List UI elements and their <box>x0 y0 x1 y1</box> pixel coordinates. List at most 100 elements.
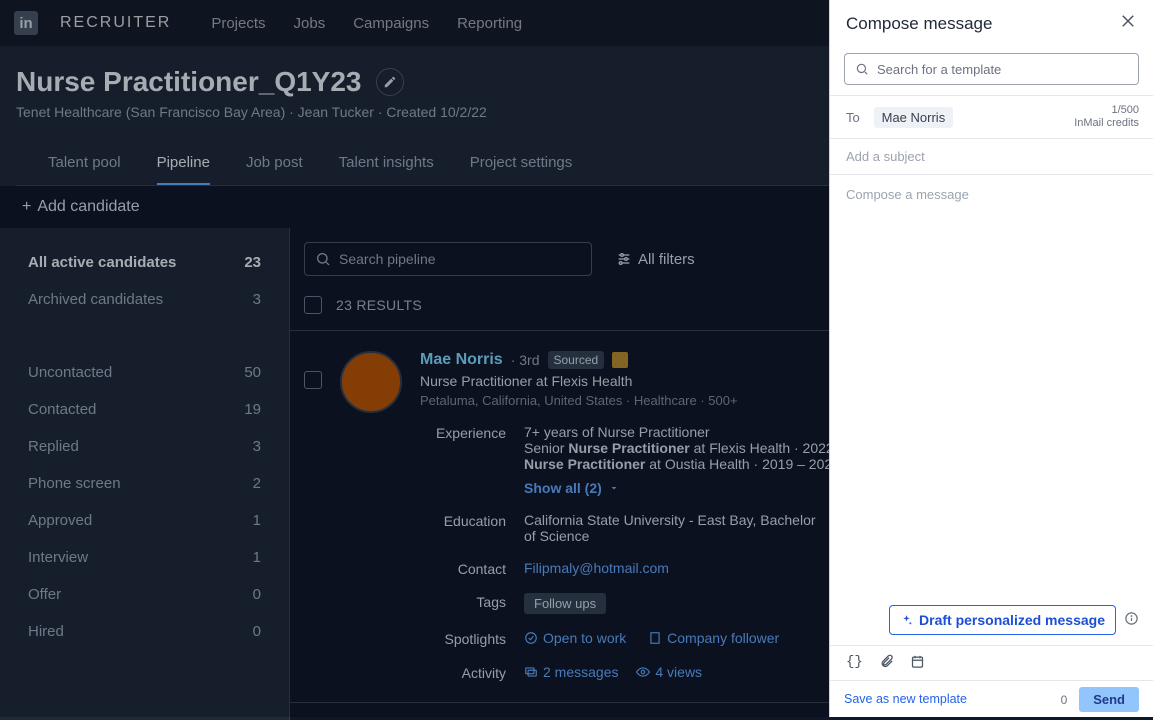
pipeline-search[interactable]: Search pipeline <box>304 242 592 276</box>
sidebar-active-label: All active candidates <box>28 254 176 271</box>
sidebar-archived-count: 3 <box>253 291 261 308</box>
candidate-name[interactable]: Mae Norris <box>420 351 503 369</box>
experience-label: Experience <box>420 424 506 496</box>
subject-input[interactable]: Add a subject <box>830 138 1153 175</box>
sidebar-active-count: 23 <box>244 254 261 271</box>
candidate-avatar[interactable] <box>340 351 402 413</box>
building-icon <box>648 631 662 645</box>
nav-campaigns[interactable]: Campaigns <box>353 15 429 32</box>
compose-panel: Compose message Search for a template To… <box>829 0 1153 717</box>
template-search-placeholder: Search for a template <box>877 62 1001 77</box>
tab-job-post[interactable]: Job post <box>246 142 303 185</box>
activity-views[interactable]: 4 views <box>636 664 702 680</box>
sidebar-contacted[interactable]: Contacted19 <box>0 391 289 428</box>
linkedin-logo: in <box>14 11 38 35</box>
recipient-chip[interactable]: Mae Norris <box>874 107 954 128</box>
stage-label: Approved <box>28 512 92 529</box>
stage-count: 1 <box>253 549 261 566</box>
tab-pipeline[interactable]: Pipeline <box>157 142 210 185</box>
education-value: California State University - East Bay, … <box>524 512 824 544</box>
spotlight-label: Company follower <box>667 630 779 646</box>
sidebar-phone-screen[interactable]: Phone screen 2 <box>0 465 289 502</box>
sidebar-active-candidates[interactable]: All active candidates 23 <box>0 244 289 281</box>
exp-bold: Nurse Practitioner <box>568 440 689 456</box>
messages-icon <box>524 665 538 679</box>
connection-degree: · 3rd <box>511 352 540 368</box>
nav-reporting[interactable]: Reporting <box>457 15 522 32</box>
select-all-checkbox[interactable] <box>304 296 322 314</box>
contact-label: Contact <box>420 560 506 577</box>
stage-count: 19 <box>244 401 261 418</box>
tab-talent-pool[interactable]: Talent pool <box>48 142 121 185</box>
template-search[interactable]: Search for a template <box>844 53 1139 85</box>
close-button[interactable] <box>1119 12 1137 35</box>
all-filters-button[interactable]: All filters <box>616 251 695 268</box>
credits-count: 1/500 <box>1074 104 1139 117</box>
pencil-icon <box>383 75 397 89</box>
activity-label: Activity <box>420 664 506 682</box>
stage-count: 0 <box>253 586 261 603</box>
spotlights-label: Spotlights <box>420 630 506 648</box>
sidebar-approved[interactable]: Approved 1 <box>0 502 289 539</box>
send-count: 0 <box>1061 693 1068 707</box>
stage-count: 2 <box>253 475 261 492</box>
nav-projects[interactable]: Projects <box>211 15 265 32</box>
show-all-label: Show all (2) <box>524 480 602 496</box>
sidebar-offer[interactable]: Offer 0 <box>0 576 289 613</box>
brand-label: RECRUITER <box>60 14 171 32</box>
compose-toolbar: {} <box>830 645 1153 680</box>
tag-chip[interactable]: Follow ups <box>524 593 606 614</box>
stage-label: Phone screen <box>28 475 121 492</box>
stage-count: 3 <box>253 438 261 455</box>
stage-label: Offer <box>28 586 61 603</box>
insert-variable-button[interactable]: {} <box>846 654 863 672</box>
to-label: To <box>846 110 860 125</box>
send-button[interactable]: Send <box>1079 687 1139 712</box>
exp-text: Senior <box>524 440 568 456</box>
subject-placeholder: Add a subject <box>846 149 925 164</box>
stage-count: 1 <box>253 512 261 529</box>
stage-count: 50 <box>244 364 261 381</box>
sidebar-archived-candidates[interactable]: Archived candidates 3 <box>0 281 289 318</box>
sidebar-replied[interactable]: Replied 3 <box>0 428 289 465</box>
save-as-template[interactable]: Save as new template <box>844 692 967 706</box>
project-title: Nurse Practitioner_Q1Y23 <box>16 66 362 98</box>
sidebar-interview[interactable]: Interview1 <box>0 539 289 576</box>
stage-label: Uncontacted <box>28 364 112 381</box>
compose-title: Compose message <box>846 14 992 34</box>
info-button[interactable] <box>1124 611 1139 629</box>
spotlight-open-to-work[interactable]: Open to work <box>524 630 626 646</box>
calendar-button[interactable] <box>910 654 925 672</box>
plus-icon: + <box>22 198 31 216</box>
stage-count: 0 <box>253 623 261 640</box>
draft-label: Draft personalized message <box>919 612 1105 628</box>
edit-title-button[interactable] <box>376 68 404 96</box>
pipeline-search-placeholder: Search pipeline <box>339 251 436 267</box>
activity-label: 4 views <box>655 664 702 680</box>
attachment-icon <box>879 654 894 669</box>
open-to-work-icon <box>524 631 538 645</box>
candidate-headline: Nurse Practitioner at Flexis Health <box>420 373 898 389</box>
draft-personalized-button[interactable]: Draft personalized message <box>889 605 1116 635</box>
stage-label: Replied <box>28 438 79 455</box>
sourced-badge: Sourced <box>548 351 605 369</box>
attach-button[interactable] <box>879 654 894 672</box>
candidate-checkbox[interactable] <box>304 371 322 389</box>
sidebar-uncontacted[interactable]: Uncontacted 50 <box>0 354 289 391</box>
pipeline-sidebar: All active candidates 23 Archived candid… <box>0 228 290 720</box>
spotlight-company-follower[interactable]: Company follower <box>648 630 779 646</box>
tags-label: Tags <box>420 593 506 614</box>
contact-email[interactable]: Filipmaly@hotmail.com <box>524 560 669 576</box>
calendar-icon <box>910 654 925 669</box>
all-filters-label: All filters <box>638 251 695 268</box>
tab-talent-insights[interactable]: Talent insights <box>339 142 434 185</box>
education-label: Education <box>420 512 506 544</box>
inmail-credits: 1/500 InMail credits <box>1074 104 1139 130</box>
tab-project-settings[interactable]: Project settings <box>470 142 573 185</box>
activity-label: 2 messages <box>543 664 618 680</box>
exp-bold: Nurse Practitioner <box>524 456 645 472</box>
nav-jobs[interactable]: Jobs <box>294 15 326 32</box>
sidebar-hired[interactable]: Hired0 <box>0 613 289 650</box>
message-body-input[interactable]: Compose a message <box>830 175 1153 605</box>
activity-messages[interactable]: 2 messages <box>524 664 618 680</box>
